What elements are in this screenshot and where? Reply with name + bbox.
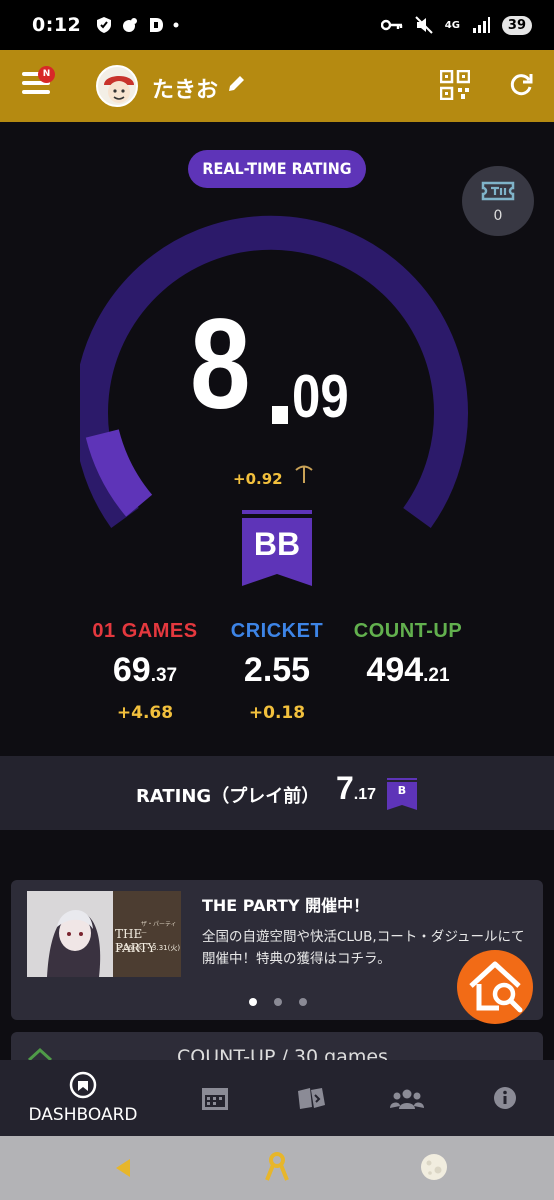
app-notification-icon <box>123 18 138 32</box>
nav-info[interactable] <box>480 1060 530 1136</box>
carousel-dot[interactable] <box>274 998 282 1006</box>
pre-play-rank-badge: B <box>387 778 417 814</box>
pre-play-rating-value: 7.17 <box>336 770 377 806</box>
stat-01-games[interactable]: 01 GAMES 69.37 +4.68 <box>75 620 215 723</box>
edit-pencil-icon[interactable] <box>226 74 246 94</box>
back-icon[interactable] <box>112 1157 134 1179</box>
stat-value: 2.55 <box>243 651 311 689</box>
rating-integer: 8 <box>190 293 251 436</box>
more-dot-icon <box>173 22 179 28</box>
refresh-icon[interactable] <box>508 72 534 98</box>
network-type: 4G <box>444 19 460 31</box>
home-ribbon-icon[interactable] <box>264 1152 290 1182</box>
nav-awards[interactable] <box>286 1060 336 1136</box>
stat-value: 69.37 <box>112 651 178 689</box>
carousel-dot-active[interactable] <box>249 998 257 1006</box>
calendar-icon <box>202 1088 228 1110</box>
info-icon <box>494 1087 516 1109</box>
stat-delta: +0.18 <box>248 703 306 723</box>
shield-check-icon <box>97 17 112 33</box>
real-time-rating-pill: REAL-TIME RATING <box>188 150 366 188</box>
bottom-nav: DASHBOARD <box>0 1060 554 1136</box>
avatar[interactable] <box>96 65 138 107</box>
rating-gauge <box>80 215 468 528</box>
pre-play-rating-label: RATING（プレイ前） <box>136 786 320 807</box>
avatar-face-icon <box>104 76 134 103</box>
ticket-icon <box>481 181 515 201</box>
rating-delta: +0.92 <box>233 470 283 488</box>
carousel-dot[interactable] <box>299 998 307 1006</box>
mute-icon <box>415 16 433 34</box>
app-header: N たきお <box>0 50 554 122</box>
nav-friends[interactable] <box>382 1060 432 1136</box>
news-title: THE PARTY 開催中！ <box>202 896 370 915</box>
stat-label: 01 GAMES <box>92 620 198 642</box>
count-up-summary-card[interactable]: COUNT-UP / 30 games <box>11 1032 543 1062</box>
carousel-dots[interactable] <box>249 998 307 1006</box>
recents-moon-icon[interactable] <box>420 1153 448 1181</box>
status-bar: 0:12 4G 39 <box>0 0 554 50</box>
battery-indicator: 39 <box>501 15 532 35</box>
nav-dashboard[interactable]: DASHBOARD <box>28 1060 138 1136</box>
status-time: 0:12 <box>32 14 82 36</box>
news-banner-image[interactable]: ザ・パーティー THE PARTY 2.26(水)・3.31(火) <box>27 891 181 977</box>
trophy-swap-icon <box>298 1088 325 1109</box>
qr-code-icon[interactable] <box>440 70 470 100</box>
stat-cricket[interactable]: CRICKET 2.55 +0.18 <box>207 620 347 723</box>
system-nav-bar <box>0 1136 554 1200</box>
d-app-icon <box>150 18 164 32</box>
nav-calendar[interactable] <box>190 1060 240 1136</box>
signal-icon <box>472 17 490 33</box>
rating-decimal: 09 <box>292 363 349 430</box>
group-icon <box>390 1089 424 1109</box>
username[interactable]: たきお <box>152 72 218 104</box>
stat-label: COUNT-UP <box>353 620 463 642</box>
home-search-icon <box>469 961 523 1013</box>
rank-label: BB <box>253 526 301 562</box>
dashboard-icon <box>69 1071 97 1099</box>
arrow-up-icon <box>295 465 313 483</box>
stat-label: CRICKET <box>230 620 324 642</box>
pre-play-rating-bar: RATING（プレイ前） 7.17 B <box>0 756 554 830</box>
rating-decimal-point <box>272 406 288 424</box>
news-banner-dates: 2.26(水)・3.31(火) <box>117 944 181 952</box>
stat-count-up[interactable]: COUNT-UP 494.21 <box>338 620 478 703</box>
key-icon <box>380 19 402 31</box>
nav-dashboard-label: DASHBOARD <box>28 1105 138 1125</box>
pre-play-rank-label: B <box>397 784 407 797</box>
status-notification-icons <box>95 16 179 34</box>
stat-delta: +4.68 <box>116 703 174 723</box>
shop-search-button[interactable] <box>457 950 533 1024</box>
notification-badge: N <box>38 66 55 83</box>
stat-value: 494.21 <box>366 651 450 689</box>
